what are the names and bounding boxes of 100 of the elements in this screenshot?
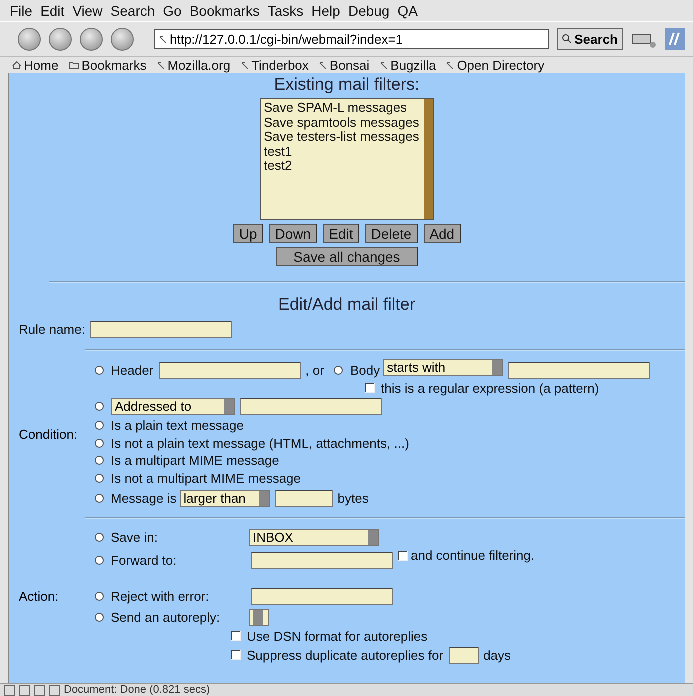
days-field[interactable]: [448, 646, 479, 664]
list-item[interactable]: Save SPAM-L messages: [264, 101, 421, 116]
status-icon: [19, 684, 30, 696]
option-label: Is not a multipart MIME message: [111, 470, 302, 486]
folder-icon: [68, 60, 80, 70]
radio-button[interactable]: [95, 494, 104, 502]
radio-button[interactable]: [95, 533, 104, 542]
field-label: Rule name:: [19, 322, 86, 336]
bookmark-icon: [159, 34, 168, 44]
option-label: Body: [350, 362, 380, 378]
bookmark-icon: [156, 60, 166, 70]
menu-item[interactable]: Bookmarks: [190, 2, 260, 18]
size-field[interactable]: [274, 490, 333, 506]
option-label: Is not a plain text message (HTML, attachments, ...): [111, 436, 410, 451]
action-label: Action:: [18, 588, 60, 606]
bookmark-icon: [318, 60, 328, 70]
folder-dropdown[interactable]: INBOX: [249, 529, 379, 546]
url-field[interactable]: http://127.0.0.1/cgi-bin/webmail?index=1: [154, 29, 549, 49]
menu-item[interactable]: Edit: [40, 2, 65, 18]
action-button[interactable]: Down: [269, 224, 318, 243]
radio-button[interactable]: [95, 592, 104, 601]
radio-button[interactable]: [95, 421, 104, 430]
option-label: Use DSN format for autoreplies: [247, 628, 428, 644]
radio-button[interactable]: [95, 438, 104, 448]
back-button[interactable]: [18, 28, 41, 50]
menu-item[interactable]: Help: [312, 2, 340, 18]
bookmark-icon: [240, 60, 250, 70]
home-icon: [12, 60, 22, 70]
list-item[interactable]: Save testers-list messages: [264, 130, 421, 144]
header-field[interactable]: [158, 362, 301, 378]
section-title: Existing mail filters:: [274, 75, 420, 95]
radio-button[interactable]: [95, 556, 104, 564]
action-button[interactable]: Delete: [365, 224, 418, 243]
action-button[interactable]: Add: [424, 224, 461, 243]
menu-item[interactable]: Go: [163, 2, 182, 18]
option-label: Is a plain text message: [111, 418, 244, 434]
bookmark-link[interactable]: Tinderbox: [240, 58, 309, 72]
option-label: Forward to:: [111, 552, 178, 568]
radio-button[interactable]: [95, 366, 104, 374]
address-dropdown[interactable]: Addressed to: [111, 398, 235, 414]
option-label: days: [484, 648, 512, 662]
option-label: Reject with error:: [111, 589, 210, 604]
menu-item[interactable]: View: [72, 2, 103, 18]
reload-button[interactable]: [80, 28, 103, 50]
bookmark-link[interactable]: Bonsai: [318, 58, 370, 72]
forward-button[interactable]: [49, 28, 72, 50]
option-label: Is a multipart MIME message: [111, 453, 280, 468]
bookmark-link[interactable]: Bugzilla: [380, 58, 436, 72]
condition-label: Condition:: [18, 426, 79, 444]
menu-item[interactable]: File: [10, 2, 33, 18]
match-dropdown[interactable]: starts with: [383, 359, 504, 376]
bookmark-icon: [380, 60, 389, 70]
action-button[interactable]: Up: [233, 224, 264, 243]
menu-item[interactable]: Debug: [348, 2, 390, 18]
bookmark-link[interactable]: Open Directory: [446, 58, 545, 72]
bookmark-link[interactable]: Mozilla.org: [156, 58, 231, 72]
list-item[interactable]: test1: [264, 144, 421, 159]
radio-button[interactable]: [95, 456, 104, 466]
checkbox[interactable]: [231, 650, 241, 660]
option-label: Message is: [111, 490, 177, 506]
search-icon: [562, 34, 572, 44]
option-label: and continue filtering.: [411, 548, 535, 563]
body-field[interactable]: [508, 362, 650, 378]
rule-name-field[interactable]: [90, 320, 232, 338]
radio-button[interactable]: [95, 402, 104, 410]
address-field[interactable]: [240, 398, 382, 414]
radio-button[interactable]: [95, 612, 104, 622]
option-label: Send an autoreply:: [111, 610, 222, 624]
stop-button[interactable]: [111, 28, 134, 50]
radio-button[interactable]: [95, 474, 104, 483]
checkbox[interactable]: [398, 550, 408, 560]
size-dropdown[interactable]: larger than: [180, 490, 270, 506]
forward-field[interactable]: [251, 552, 393, 568]
option-label: this is a regular expression (a pattern): [381, 380, 600, 396]
option-label: Save in:: [111, 530, 159, 545]
bookmark-link[interactable]: Home: [12, 58, 59, 72]
status-icon: [49, 684, 60, 696]
status-text: Document: Done (0.821 secs): [64, 684, 210, 696]
option-label: Header: [111, 362, 154, 378]
status-icon: [34, 684, 45, 696]
save-button[interactable]: Save all changes: [276, 247, 418, 266]
filter-list[interactable]: Save SPAM-L messages Save spamtools messages Save testers-list messages test1 test2: [260, 98, 434, 220]
menu-item[interactable]: QA: [398, 2, 418, 18]
bookmark-icon: [446, 60, 456, 70]
checkbox[interactable]: [231, 631, 241, 641]
menu-item[interactable]: Tasks: [268, 2, 304, 18]
autoreply-dropdown[interactable]: [249, 608, 269, 626]
search-button[interactable]: Search: [556, 28, 623, 50]
option-label: Suppress duplicate autoreplies for: [247, 648, 444, 662]
checkbox[interactable]: [365, 383, 375, 393]
status-icon: [4, 684, 15, 696]
menu-item[interactable]: Search: [110, 2, 156, 18]
scrollbar[interactable]: [424, 99, 433, 219]
action-button[interactable]: Edit: [323, 224, 360, 243]
bookmark-link[interactable]: Bookmarks: [68, 58, 147, 72]
reject-field[interactable]: [251, 588, 393, 605]
option-label: , or: [306, 362, 324, 378]
list-item[interactable]: Save spamtools messages: [264, 116, 421, 130]
list-item[interactable]: test2: [264, 159, 421, 174]
radio-button[interactable]: [334, 366, 344, 374]
